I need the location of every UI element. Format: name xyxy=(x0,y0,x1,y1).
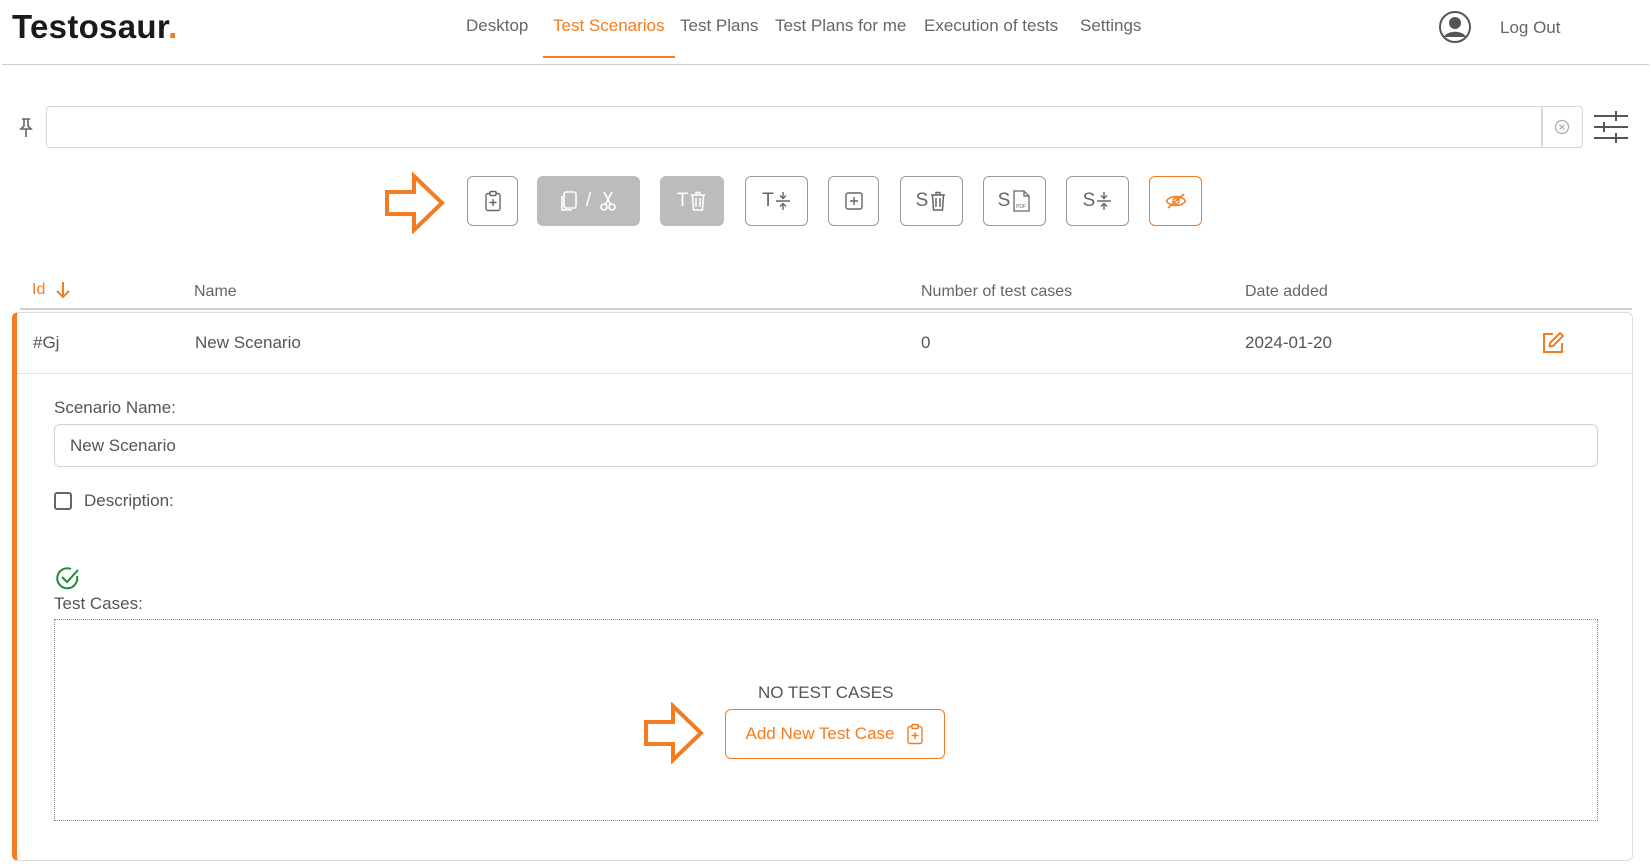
scenario-pdf-button[interactable]: S PDF xyxy=(983,176,1046,226)
expand-scenarios-button[interactable]: S xyxy=(1066,176,1129,226)
search-clear-button[interactable] xyxy=(1541,106,1583,148)
row-date-added: 2024-01-20 xyxy=(1245,333,1332,352)
app-logo[interactable]: Testosaur. xyxy=(12,8,178,46)
nav-execution-of-tests[interactable]: Execution of tests xyxy=(924,16,1058,56)
test-case-letter: T xyxy=(676,190,689,211)
eye-slash-icon xyxy=(1165,193,1186,209)
scenario-letter: S xyxy=(997,190,1011,211)
pin-icon[interactable] xyxy=(18,117,34,144)
user-avatar-icon[interactable] xyxy=(1438,10,1472,44)
copy-cut-separator: / xyxy=(585,190,592,211)
scenario-name-label: Scenario Name: xyxy=(54,398,176,417)
no-test-cases-text: NO TEST CASES xyxy=(758,683,894,702)
sort-arrow-down-icon xyxy=(56,282,71,299)
add-new-test-case-button[interactable]: Add New Test Case xyxy=(725,709,945,759)
add-scenario-button[interactable] xyxy=(828,176,879,226)
scenario-name-input[interactable] xyxy=(54,424,1598,467)
column-header-date-added[interactable]: Date added xyxy=(1245,283,1328,301)
edit-icon[interactable] xyxy=(1541,331,1565,360)
hide-visibility-button[interactable] xyxy=(1149,176,1202,226)
nav-test-scenarios[interactable]: Test Scenarios xyxy=(543,16,675,58)
column-header-name[interactable]: Name xyxy=(194,283,237,301)
logout-link[interactable]: Log Out xyxy=(1500,18,1561,58)
header-divider xyxy=(2,64,1649,65)
row-id[interactable]: #Gj xyxy=(33,333,59,353)
table-header-divider xyxy=(20,308,1632,310)
clipboard-plus-icon xyxy=(484,190,501,212)
row-divider xyxy=(17,373,1633,374)
row-test-case-count: 0 xyxy=(921,333,931,352)
description-checkbox[interactable] xyxy=(54,492,72,510)
copy-cut-button[interactable]: / xyxy=(537,176,640,226)
search-input[interactable] xyxy=(46,106,1543,148)
logo-text: Testosaur xyxy=(12,8,169,45)
trash-icon xyxy=(931,191,946,211)
test-cases-label: Test Cases: xyxy=(54,594,143,613)
arrow-annotation-icon xyxy=(643,701,705,769)
id-header-label: Id xyxy=(32,281,46,298)
add-box-icon xyxy=(844,192,863,210)
column-header-number-of-test-cases[interactable]: Number of test cases xyxy=(921,283,1072,301)
svg-text:PDF: PDF xyxy=(1016,204,1026,210)
clipboard-plus-icon xyxy=(907,723,924,745)
clear-circle-icon xyxy=(1554,119,1570,135)
pdf-document-icon: PDF xyxy=(1013,190,1030,212)
arrow-annotation-icon xyxy=(384,171,446,239)
test-case-letter: T xyxy=(762,190,774,211)
add-new-test-case-label: Add New Test Case xyxy=(745,724,895,743)
copy-icon xyxy=(561,191,577,211)
row-name[interactable]: New Scenario xyxy=(195,333,301,353)
delete-scenario-button[interactable]: S xyxy=(900,176,963,226)
delete-test-cases-button[interactable]: T xyxy=(660,176,724,226)
description-label: Description: xyxy=(84,491,174,510)
paste-scenario-button[interactable] xyxy=(467,176,518,226)
nav-test-plans[interactable]: Test Plans xyxy=(680,16,758,56)
scenario-letter: S xyxy=(915,190,929,211)
collapse-expand-icon xyxy=(1097,192,1112,210)
expand-test-cases-button[interactable]: T xyxy=(745,176,808,226)
trash-icon xyxy=(691,191,706,211)
check-circle-icon xyxy=(55,565,81,596)
nav-desktop[interactable]: Desktop xyxy=(466,16,528,56)
scissors-icon xyxy=(600,191,616,211)
filter-sliders-icon[interactable] xyxy=(1592,110,1630,149)
column-header-id[interactable]: Id xyxy=(32,280,71,300)
scenario-letter: S xyxy=(1082,190,1096,211)
logo-dot: . xyxy=(168,8,178,45)
nav-settings[interactable]: Settings xyxy=(1080,16,1141,56)
nav-test-plans-for-me[interactable]: Test Plans for me xyxy=(775,16,906,56)
collapse-expand-icon xyxy=(775,192,790,210)
